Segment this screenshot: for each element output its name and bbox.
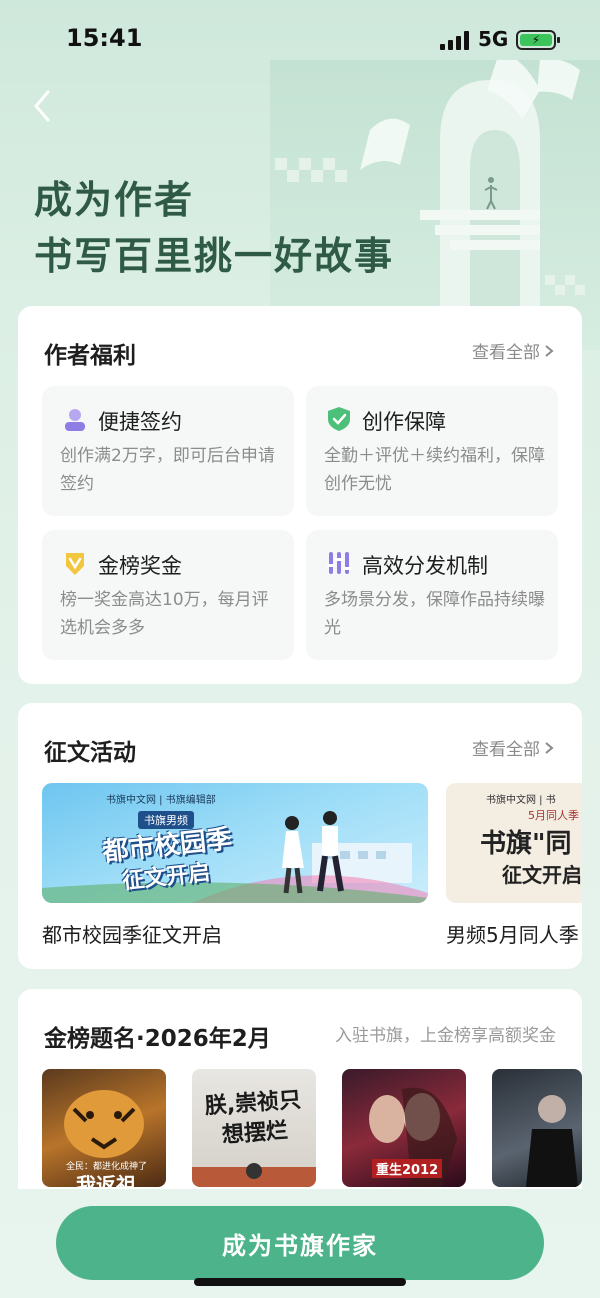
shield-check-icon bbox=[328, 407, 350, 431]
campus-illustration bbox=[42, 811, 428, 903]
contest-label: 男频5月同人季 bbox=[446, 923, 579, 947]
medal-icon bbox=[66, 553, 84, 575]
benefit-title: 高效分发机制 bbox=[362, 554, 488, 578]
chevron-right-icon bbox=[545, 741, 554, 754]
hero-line-1: 成为作者 bbox=[34, 178, 195, 222]
battery-icon: ⚡ bbox=[516, 30, 560, 50]
banner-tag: 5月同人季 bbox=[528, 809, 579, 822]
book-cover[interactable]: 全民：都进化成神了 我返祖 bbox=[42, 1069, 166, 1187]
book-cover[interactable]: 朕,崇祯只想摆烂 bbox=[192, 1069, 316, 1187]
benefit-item-signing[interactable]: 便捷签约 创作满2万字，即可后台申请签约 bbox=[42, 386, 294, 516]
hero-title: 成为作者 书写百里挑一好故事 bbox=[34, 172, 394, 284]
book-title: 朕,崇祯只想摆烂 bbox=[203, 1087, 302, 1149]
book-title: 我返祖 bbox=[76, 1173, 136, 1187]
book-cover[interactable] bbox=[492, 1069, 582, 1187]
view-all-label: 查看全部 bbox=[472, 740, 540, 760]
contest-item[interactable]: 书旗中文网 | 书旗编辑部 书旗男频 都市校园季 征文开启 都市校园季征文开启 bbox=[42, 783, 428, 947]
book-cover[interactable]: 重生2012 bbox=[342, 1069, 466, 1187]
contests-card: 征文活动 查看全部 书旗中文网 | 书旗编辑部 书旗男频 都市校园季 征文开启 bbox=[18, 703, 582, 969]
contest-banner: 书旗中文网 | 书旗编辑部 书旗男频 都市校园季 征文开启 bbox=[42, 783, 428, 903]
chevron-right-icon bbox=[545, 344, 554, 357]
gold-list-card: 金榜题名·2026年2月 入驻书旗，上金榜享高额奖金 全民：都进化成神了 我返祖… bbox=[18, 989, 582, 1189]
benefit-desc: 全勤＋评优＋续约福利，保障创作无忧 bbox=[324, 446, 545, 494]
user-icon bbox=[65, 409, 85, 431]
benefits-card: 作者福利 查看全部 便捷签约 创作满2万字，即可后台申请签约 创作保障 全勤＋评… bbox=[18, 306, 582, 684]
banner-header: 书旗中文网 | 书 bbox=[486, 795, 556, 806]
benefit-desc: 榜一奖金高达10万，每月评选机会多多 bbox=[60, 590, 269, 638]
benefits-title: 作者福利 bbox=[44, 343, 136, 369]
hero-line-2: 书写百里挑一好故事 bbox=[34, 234, 395, 278]
chevron-left-icon bbox=[34, 90, 50, 122]
benefit-item-distribution[interactable]: 高效分发机制 多场景分发，保障作品持续曝光 bbox=[306, 530, 558, 660]
contests-title: 征文活动 bbox=[44, 740, 136, 766]
contest-label: 都市校园季征文开启 bbox=[42, 923, 222, 947]
home-indicator bbox=[194, 1278, 406, 1286]
gold-list-subtitle: 入驻书旗，上金榜享高额奖金 bbox=[335, 1026, 556, 1046]
banner-header: 书旗中文网 | 书旗编辑部 bbox=[106, 795, 216, 806]
benefit-title: 创作保障 bbox=[362, 410, 446, 434]
benefit-desc: 多场景分发，保障作品持续曝光 bbox=[324, 590, 545, 638]
palace-illustration bbox=[192, 1163, 316, 1187]
benefit-item-guarantee[interactable]: 创作保障 全勤＋评优＋续约福利，保障创作无忧 bbox=[306, 386, 558, 516]
bars-icon bbox=[327, 552, 351, 574]
contest-item[interactable]: 书旗中文网 | 书 5月同人季 书旗"同 征文开启 男频5月同人季 bbox=[446, 783, 582, 947]
banner-subtitle: 征文开启 bbox=[502, 863, 582, 887]
view-all-label: 查看全部 bbox=[472, 343, 540, 363]
back-button[interactable] bbox=[28, 88, 58, 124]
gold-list-title: 金榜题名·2026年2月 bbox=[44, 1026, 271, 1052]
benefit-title: 金榜奖金 bbox=[98, 554, 182, 578]
benefit-item-bonus[interactable]: 金榜奖金 榜一奖金高达10万，每月评选机会多多 bbox=[42, 530, 294, 660]
man-illustration bbox=[526, 1095, 578, 1187]
status-time: 15:41 bbox=[66, 24, 143, 52]
banner-title: 书旗"同 bbox=[480, 829, 572, 859]
benefit-title: 便捷签约 bbox=[98, 410, 182, 434]
network-label: 5G bbox=[478, 27, 509, 51]
benefit-desc: 创作满2万字，即可后台申请签约 bbox=[60, 446, 275, 494]
contest-banner: 书旗中文网 | 书 5月同人季 书旗"同 征文开启 bbox=[446, 783, 582, 903]
signal-icon bbox=[440, 30, 469, 50]
contests-view-all-link[interactable]: 查看全部 bbox=[472, 735, 554, 760]
book-title: 重生2012 bbox=[372, 1159, 443, 1178]
benefits-view-all-link[interactable]: 查看全部 bbox=[472, 338, 554, 363]
become-writer-button[interactable]: 成为书旗作家 bbox=[56, 1206, 544, 1280]
